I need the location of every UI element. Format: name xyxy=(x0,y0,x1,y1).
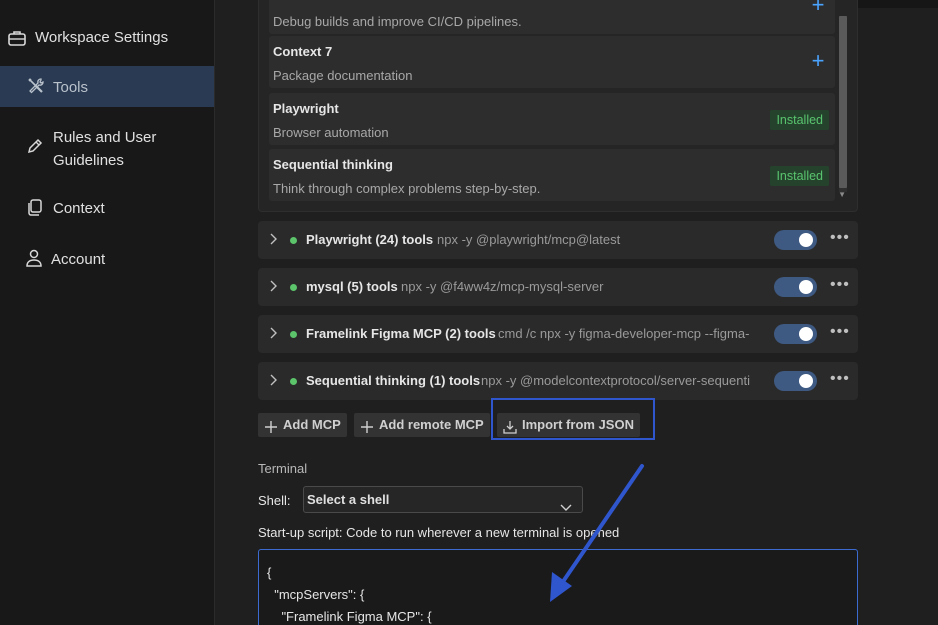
mcp-registry-list[interactable]: Debug builds and improve CI/CD pipelines… xyxy=(258,0,858,212)
sidebar-item-rules[interactable]: Rules and User Guidelines xyxy=(0,126,214,172)
sidebar-item-label: Tools xyxy=(53,79,89,96)
registry-item-title: Context 7 xyxy=(273,44,333,59)
sidebar-item-label: Context xyxy=(53,200,105,217)
tool-name: Framelink Figma MCP (2) tools xyxy=(306,326,496,341)
status-dot xyxy=(290,331,297,338)
status-dot xyxy=(290,378,297,385)
tool-command: npx -y @modelcontextprotocol/server-sequ… xyxy=(481,373,750,388)
shell-select-value: Select a shell xyxy=(307,492,390,507)
registry-item[interactable]: Debug builds and improve CI/CD pipelines… xyxy=(269,0,835,34)
copy-icon xyxy=(25,197,45,217)
sidebar-item-context[interactable]: Context xyxy=(0,197,214,221)
mcp-tool-row[interactable]: Sequential thinking (1) tools npx -y @mo… xyxy=(258,362,858,400)
pencil-icon xyxy=(25,136,45,156)
more-icon[interactable]: ••• xyxy=(830,229,850,247)
briefcase-icon xyxy=(7,28,27,48)
add-remote-mcp-label: Add remote MCP xyxy=(379,417,484,432)
registry-item-desc: Debug builds and improve CI/CD pipelines… xyxy=(273,14,522,29)
registry-item-desc: Package documentation xyxy=(273,68,413,83)
settings-window: Workspace Settings Tools Rules and User … xyxy=(0,0,938,625)
script-line: "Framelink Figma MCP": { xyxy=(267,609,432,624)
main-panel: Debug builds and improve CI/CD pipelines… xyxy=(215,0,938,625)
sidebar-item-workspace-settings[interactable]: Workspace Settings xyxy=(0,26,214,50)
status-dot xyxy=(290,284,297,291)
script-line: { xyxy=(267,565,272,580)
registry-item-desc: Think through complex problems step-by-s… xyxy=(273,181,541,196)
tool-toggle[interactable] xyxy=(774,230,817,250)
chevron-down-icon xyxy=(560,495,572,511)
mcp-tool-row[interactable]: Playwright (24) tools npx -y @playwright… xyxy=(258,221,858,259)
annotation-highlight-box xyxy=(491,398,655,440)
registry-item[interactable]: Sequential thinking Think through comple… xyxy=(269,149,835,201)
status-dot xyxy=(290,237,297,244)
plus-icon[interactable]: + xyxy=(809,0,827,16)
registry-item-title: Sequential thinking xyxy=(273,157,393,172)
sidebar-item-label: Account xyxy=(51,251,106,268)
add-mcp-label: Add MCP xyxy=(283,417,341,432)
sidebar-item-account[interactable]: Account xyxy=(0,248,214,272)
tool-name: Playwright (24) tools xyxy=(306,232,434,247)
chevron-right-icon[interactable] xyxy=(267,232,279,246)
mcp-tool-row[interactable]: Framelink Figma MCP (2) tools cmd /c npx… xyxy=(258,315,858,353)
more-icon[interactable]: ••• xyxy=(830,370,850,388)
scrollbar-thumb[interactable] xyxy=(839,16,847,188)
person-icon xyxy=(24,248,44,268)
script-line: "mcpServers": { xyxy=(267,587,365,602)
more-icon[interactable]: ••• xyxy=(830,323,850,341)
registry-item[interactable]: Playwright Browser automation Installed xyxy=(269,93,835,145)
shell-select[interactable]: Select a shell xyxy=(303,486,583,513)
settings-sidebar: Workspace Settings Tools Rules and User … xyxy=(0,0,215,625)
scroll-down-icon[interactable]: ▼ xyxy=(838,190,846,199)
tool-toggle[interactable] xyxy=(774,371,817,391)
chevron-right-icon[interactable] xyxy=(267,279,279,293)
installed-badge: Installed xyxy=(770,110,829,130)
tool-toggle[interactable] xyxy=(774,277,817,297)
add-remote-mcp-button[interactable]: Add remote MCP xyxy=(354,413,490,437)
terminal-section-title: Terminal xyxy=(258,461,308,476)
tool-command: npx -y @f4ww4z/mcp-mysql-server xyxy=(401,279,604,294)
registry-item[interactable]: Context 7 Package documentation + xyxy=(269,36,835,88)
plus-icon xyxy=(360,418,374,433)
tool-toggle[interactable] xyxy=(774,324,817,344)
installed-badge: Installed xyxy=(770,166,829,186)
add-mcp-button[interactable]: Add MCP xyxy=(258,413,347,437)
chevron-right-icon[interactable] xyxy=(267,326,279,340)
sidebar-item-label: Workspace Settings xyxy=(35,29,169,46)
plus-icon xyxy=(264,418,278,433)
tool-name: Sequential thinking (1) tools xyxy=(306,373,481,388)
tool-command: npx -y @playwright/mcp@latest xyxy=(437,232,621,247)
tool-command: cmd /c npx -y figma-developer-mcp --figm… xyxy=(498,326,750,341)
more-icon[interactable]: ••• xyxy=(830,276,850,294)
shell-label: Shell: xyxy=(258,493,291,508)
chevron-right-icon[interactable] xyxy=(267,373,279,387)
tool-name: mysql (5) tools xyxy=(306,279,398,294)
registry-item-desc: Browser automation xyxy=(273,125,389,140)
registry-item-title: Playwright xyxy=(273,101,339,116)
startup-script-label: Start-up script: Code to run wherever a … xyxy=(258,525,620,540)
sidebar-item-tools[interactable]: Tools xyxy=(0,66,214,107)
startup-script-editor[interactable]: { "mcpServers": { "Framelink Figma MCP":… xyxy=(258,549,858,625)
plus-icon[interactable]: + xyxy=(809,50,827,72)
sidebar-item-label: Rules and User Guidelines xyxy=(53,129,157,169)
mcp-tool-row[interactable]: mysql (5) tools npx -y @f4ww4z/mcp-mysql… xyxy=(258,268,858,306)
wrench-screwdriver-icon xyxy=(26,76,46,96)
scrollbar[interactable] xyxy=(839,16,847,192)
